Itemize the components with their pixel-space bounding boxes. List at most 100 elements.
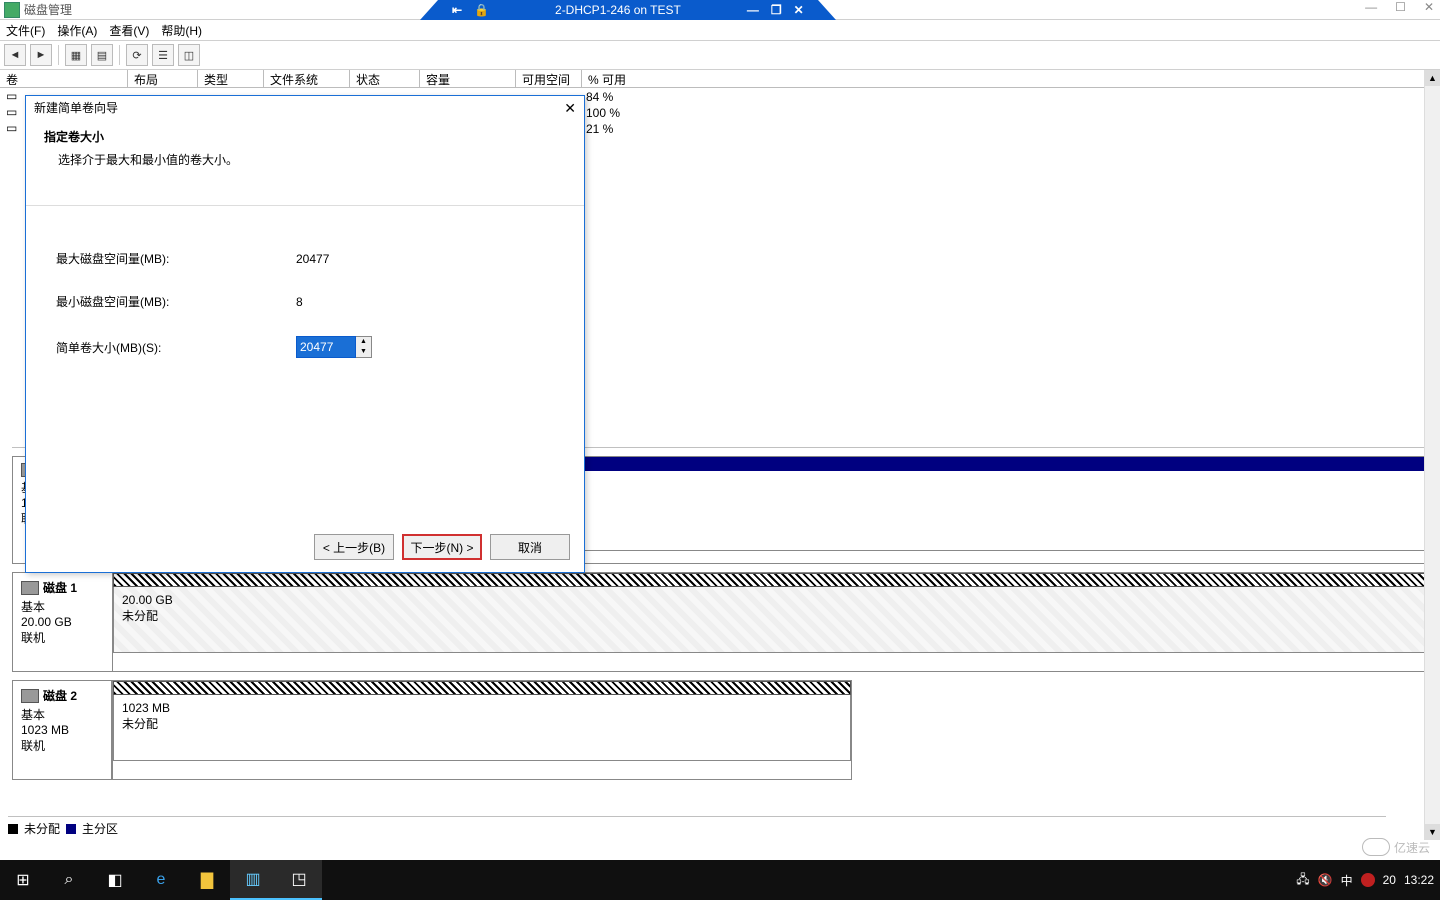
disk-2-type: 基本 <box>21 706 103 723</box>
dialog-close-button[interactable]: ✕ <box>564 100 576 117</box>
remote-title: 2-DHCP1-246 on TEST <box>555 3 681 17</box>
disk2-part-size: 1023 MB <box>122 701 842 715</box>
disk-1-unallocated[interactable]: 20.00 GB 未分配 <box>113 587 1431 653</box>
disk1-part-status: 未分配 <box>122 607 1422 624</box>
outer-maximize-button[interactable]: ☐ <box>1395 0 1406 14</box>
remote-session-tab: ⇤ 🔒 2-DHCP1-246 on TEST — ❐ ✕ <box>420 0 836 20</box>
volume-table-header: 卷 布局 类型 文件系统 状态 容量 可用空间 % 可用 <box>0 70 1440 88</box>
watermark-text: 亿速云 <box>1394 839 1430 856</box>
lock-icon: 🔒 <box>474 3 489 17</box>
disk-1-block[interactable]: 磁盘 1 基本 20.00 GB 联机 20.00 GB 未分配 <box>12 572 1432 672</box>
toolbar-view1-button[interactable]: ▦ <box>65 44 87 66</box>
disk-1-type: 基本 <box>21 598 104 615</box>
scroll-up-button[interactable]: ▲ <box>1425 70 1440 86</box>
max-space-value: 20477 <box>296 252 329 266</box>
disk-2-label: 磁盘 2 基本 1023 MB 联机 <box>12 680 112 780</box>
tray-date[interactable]: 20 <box>1383 873 1396 887</box>
ime-indicator[interactable]: 中 <box>1341 872 1353 889</box>
menu-help[interactable]: 帮助(H) <box>161 22 202 39</box>
explorer-icon[interactable]: ▇ <box>184 860 230 900</box>
legend: 未分配 主分区 <box>8 816 1386 836</box>
max-space-label: 最大磁盘空间量(MB): <box>56 250 296 267</box>
row3-percent: 21 % <box>586 122 613 136</box>
min-space-label: 最小磁盘空间量(MB): <box>56 293 296 310</box>
remote-close-button[interactable]: ✕ <box>794 3 804 17</box>
volume-size-label: 简单卷大小(MB)(S): <box>56 339 296 356</box>
volume-size-spinner[interactable]: ▲ ▼ <box>296 336 372 358</box>
network-icon[interactable]: 🖧 <box>1296 870 1309 891</box>
disk-2-name: 磁盘 2 <box>43 687 77 704</box>
disk-1-size: 20.00 GB <box>21 615 104 629</box>
forward-button[interactable]: ► <box>30 44 52 66</box>
min-space-value: 8 <box>296 295 303 309</box>
toolbar: ◄ ► ▦ ▤ ⟳ ☰ ◫ <box>0 40 1440 70</box>
row2-percent: 100 % <box>586 106 620 120</box>
toolbar-panel-button[interactable]: ◫ <box>178 44 200 66</box>
partition-header-unalloc <box>113 573 1431 587</box>
col-volume[interactable]: 卷 <box>0 70 128 87</box>
menu-action[interactable]: 操作(A) <box>57 22 97 39</box>
disk1-part-size: 20.00 GB <box>122 593 1422 607</box>
refresh-button[interactable]: ⟳ <box>126 44 148 66</box>
search-button[interactable]: ⌕ <box>46 860 92 900</box>
disk-1-label: 磁盘 1 基本 20.00 GB 联机 <box>13 573 113 671</box>
disk-2-unallocated[interactable]: 1023 MB 未分配 <box>113 695 851 761</box>
volume-icon[interactable]: 🔇 <box>1318 873 1333 887</box>
legend-unalloc: 未分配 <box>24 820 60 837</box>
disk-2-state: 联机 <box>21 737 103 754</box>
col-filesystem[interactable]: 文件系统 <box>264 70 350 87</box>
col-status[interactable]: 状态 <box>350 70 420 87</box>
remote-minimize-button[interactable]: — <box>747 3 759 17</box>
window-titlebar: 磁盘管理 ⇤ 🔒 2-DHCP1-246 on TEST — ❐ ✕ — ☐ ✕ <box>0 0 1440 20</box>
app-icon <box>4 2 20 18</box>
outer-minimize-button[interactable]: — <box>1365 0 1377 14</box>
col-layout[interactable]: 布局 <box>128 70 198 87</box>
notification-badge-icon[interactable] <box>1361 873 1375 887</box>
outer-close-button[interactable]: ✕ <box>1424 0 1434 14</box>
pin-icon[interactable]: ⇤ <box>452 3 462 17</box>
next-button[interactable]: 下一步(N) > <box>402 534 482 560</box>
disk-1-state: 联机 <box>21 629 104 646</box>
volume-size-input[interactable] <box>296 336 356 358</box>
legend-primary: 主分区 <box>82 820 118 837</box>
disk-2-size: 1023 MB <box>21 723 103 737</box>
disk-1-name: 磁盘 1 <box>43 579 77 596</box>
col-percent[interactable]: % 可用 <box>582 70 1440 87</box>
disk-icon <box>21 689 39 703</box>
cancel-button[interactable]: 取消 <box>490 534 570 560</box>
disk-mgmt-icon[interactable]: ◳ <box>276 860 322 900</box>
vertical-scrollbar[interactable]: ▲ ▼ <box>1424 70 1440 840</box>
dialog-header: 指定卷大小 选择介于最大和最小值的卷大小。 <box>26 118 584 206</box>
new-volume-wizard-dialog: 新建简单卷向导 ✕ 指定卷大小 选择介于最大和最小值的卷大小。 最大磁盘空间量(… <box>25 95 585 573</box>
watermark: 亿速云 <box>1362 838 1430 856</box>
spin-up-button[interactable]: ▲ <box>356 337 371 347</box>
partition-header-unalloc <box>113 681 851 695</box>
start-button[interactable]: ⊞ <box>0 860 46 900</box>
wizard-subheading: 选择介于最大和最小值的卷大小。 <box>58 151 572 168</box>
toolbar-list-button[interactable]: ☰ <box>152 44 174 66</box>
menu-view[interactable]: 查看(V) <box>109 22 149 39</box>
disk2-part-status: 未分配 <box>122 715 842 732</box>
menu-file[interactable]: 文件(F) <box>6 22 45 39</box>
remote-maximize-button[interactable]: ❐ <box>771 3 782 17</box>
col-type[interactable]: 类型 <box>198 70 264 87</box>
ie-icon[interactable]: e <box>138 860 184 900</box>
tray-time[interactable]: 13:22 <box>1404 873 1434 887</box>
taskbar: ⊞ ⌕ ◧ e ▇ ▥ ◳ 🖧 🔇 中 20 13:22 <box>0 860 1440 900</box>
back-button[interactable]: ◄ <box>4 44 26 66</box>
back-button[interactable]: < 上一步(B) <box>314 534 394 560</box>
server-manager-icon[interactable]: ▥ <box>230 860 276 900</box>
menubar: 文件(F) 操作(A) 查看(V) 帮助(H) <box>0 20 1440 40</box>
system-tray: 🖧 🔇 中 20 13:22 <box>1296 860 1434 900</box>
legend-swatch-unalloc <box>8 824 18 834</box>
disk-2-block[interactable]: 磁盘 2 基本 1023 MB 联机 1023 MB 未分配 <box>12 680 1432 780</box>
legend-swatch-primary <box>66 824 76 834</box>
toolbar-view2-button[interactable]: ▤ <box>91 44 113 66</box>
taskview-button[interactable]: ◧ <box>92 860 138 900</box>
watermark-logo-icon <box>1362 838 1390 856</box>
dialog-title: 新建简单卷向导 <box>26 96 584 118</box>
col-free[interactable]: 可用空间 <box>516 70 582 87</box>
wizard-heading: 指定卷大小 <box>44 128 572 145</box>
spin-down-button[interactable]: ▼ <box>356 347 371 357</box>
col-capacity[interactable]: 容量 <box>420 70 516 87</box>
